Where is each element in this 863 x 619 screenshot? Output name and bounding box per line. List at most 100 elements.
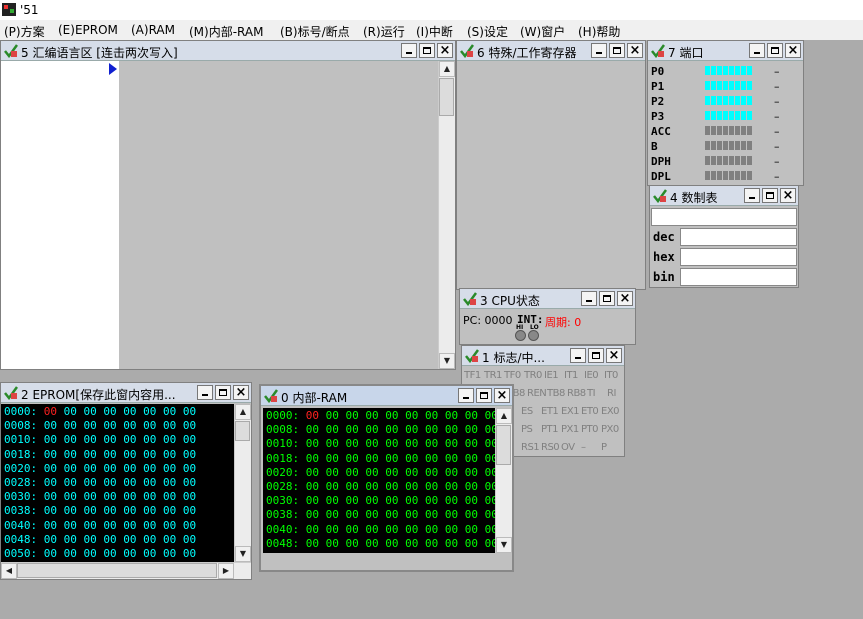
minimize-button[interactable]	[744, 188, 760, 203]
assembly-code-area[interactable]	[119, 61, 438, 369]
hex-bytes[interactable]: 00 00 00 00 00 00 00	[64, 419, 196, 432]
hex-byte[interactable]: 00	[44, 533, 57, 546]
port-bit[interactable]	[717, 81, 722, 90]
port-bit[interactable]	[705, 66, 710, 75]
hex-bytes[interactable]: 00 00 00 00 00 00 00	[64, 519, 196, 532]
menu-internal-ram[interactable]: (M)内部-RAM	[189, 23, 263, 40]
flag-bit[interactable]: REN	[527, 388, 547, 399]
hex-byte[interactable]: 00	[306, 537, 319, 550]
hex-byte[interactable]: 00	[44, 419, 57, 432]
hex-bytes[interactable]: 00 00 00 00 00 00 00 00 00	[326, 494, 495, 507]
flag-bit[interactable]: TB8	[547, 388, 565, 399]
hex-byte[interactable]: 00	[306, 508, 319, 521]
maximize-button[interactable]	[476, 388, 492, 403]
port-bit[interactable]	[747, 141, 752, 150]
flag-bit[interactable]: PX1	[561, 424, 579, 435]
hex-bytes[interactable]: 00 00 00 00 00 00 00 00 00	[326, 423, 495, 436]
hex-bytes[interactable]: 00 00 00 00 00 00 00 00 00	[326, 466, 495, 479]
port-window-titlebar[interactable]: 7 端口 ×	[648, 41, 803, 61]
hex-bytes[interactable]: 00 00 00 00 00 00 00	[64, 533, 196, 546]
port-bit[interactable]	[717, 96, 722, 105]
flag-bit[interactable]: RS1	[521, 442, 540, 453]
close-button[interactable]: ×	[437, 43, 453, 58]
menu-run[interactable]: (R)运行	[363, 23, 405, 40]
port-bit[interactable]	[735, 126, 740, 135]
flag-bit[interactable]: IE0	[584, 370, 599, 381]
port-bit[interactable]	[741, 96, 746, 105]
hex-row[interactable]: 0028: 00 00 00 00 00 00 00 00 00 00	[266, 480, 495, 494]
flag-bit[interactable]: IT1	[564, 370, 578, 381]
maximize-button[interactable]	[767, 43, 783, 58]
hex-byte[interactable]: 00	[44, 462, 57, 475]
dec-field[interactable]	[680, 228, 797, 246]
maximize-button[interactable]	[588, 348, 604, 363]
menu-project[interactable]: (P)方案	[4, 23, 45, 40]
eprom-hscroll[interactable]: ◀ ▶	[1, 562, 251, 579]
minimize-button[interactable]	[197, 385, 213, 400]
hex-row[interactable]: 0040: 00 00 00 00 00 00 00 00 00 00	[266, 523, 495, 537]
hex-bytes[interactable]: 00 00 00 00 00 00 00	[64, 405, 196, 418]
scroll-up-button[interactable]: ▲	[235, 404, 251, 420]
hex-byte[interactable]: 00	[44, 547, 57, 560]
flag-bit[interactable]: TI	[587, 388, 596, 399]
port-bit[interactable]	[717, 111, 722, 120]
internal-ram-vscroll[interactable]: ▲ ▼	[495, 408, 512, 553]
port-bit[interactable]	[747, 156, 752, 165]
port-bit[interactable]	[711, 66, 716, 75]
hex-byte[interactable]: 00	[306, 437, 319, 450]
port-bit[interactable]	[741, 141, 746, 150]
assembly-window-titlebar[interactable]: 5 汇编语言区 [连击两次写入] ×	[1, 41, 455, 61]
port-bit[interactable]	[741, 66, 746, 75]
flag-bit[interactable]: OV	[561, 442, 575, 453]
hex-row[interactable]: 0048: 00 00 00 00 00 00 00 00 00 00	[266, 537, 495, 551]
hex-byte[interactable]: 00	[44, 519, 57, 532]
hex-byte[interactable]: 00	[44, 448, 57, 461]
hex-row[interactable]: 0000: 00 00 00 00 00 00 00 00 00 00	[266, 409, 495, 423]
port-bit[interactable]	[723, 96, 728, 105]
flag-bit[interactable]: PS	[521, 424, 533, 435]
sfr-window-titlebar[interactable]: 6 特殊/工作寄存器 ×	[457, 41, 645, 61]
port-bit[interactable]	[723, 81, 728, 90]
port-bit[interactable]	[723, 66, 728, 75]
port-bits-bar[interactable]	[705, 81, 753, 90]
hex-field[interactable]	[680, 248, 797, 266]
hex-bytes[interactable]: 00 00 00 00 00 00 00 00 00	[326, 508, 495, 521]
port-bit[interactable]	[729, 66, 734, 75]
port-bit[interactable]	[705, 141, 710, 150]
flag-bit[interactable]: RI	[607, 388, 616, 399]
port-bit[interactable]	[729, 96, 734, 105]
maximize-button[interactable]	[762, 188, 778, 203]
flag-bit[interactable]: TF0	[504, 370, 521, 381]
hex-row[interactable]: 0028: 00 00 00 00 00 00 00 00	[4, 476, 196, 490]
hex-byte[interactable]: 00	[306, 452, 319, 465]
close-button[interactable]: ×	[233, 385, 249, 400]
port-bit[interactable]	[735, 96, 740, 105]
hex-row[interactable]: 0000: 00 00 00 00 00 00 00 00	[4, 405, 196, 419]
port-bit[interactable]	[705, 81, 710, 90]
eprom-titlebar[interactable]: 2 EPROM[保存此窗内容用... ×	[1, 383, 251, 403]
port-bit[interactable]	[735, 111, 740, 120]
number-table-titlebar[interactable]: 4 数制表 ×	[650, 186, 798, 206]
port-bit[interactable]	[741, 156, 746, 165]
menu-help[interactable]: (H)帮助	[578, 23, 620, 40]
hex-bytes[interactable]: 00 00 00 00 00 00 00	[64, 490, 196, 503]
internal-ram-hex-view[interactable]: 0000: 00 00 00 00 00 00 00 00 00 00 0008:…	[263, 408, 495, 553]
flag-bit[interactable]: ET0	[581, 406, 599, 417]
port-bit[interactable]	[717, 156, 722, 165]
port-bit[interactable]	[741, 126, 746, 135]
port-bit[interactable]	[717, 141, 722, 150]
port-bit[interactable]	[705, 96, 710, 105]
close-button[interactable]: ×	[494, 388, 510, 403]
hex-byte[interactable]: 00	[306, 523, 319, 536]
close-button[interactable]: ×	[785, 43, 801, 58]
port-bits-bar[interactable]	[705, 171, 753, 180]
hex-row[interactable]: 0040: 00 00 00 00 00 00 00 00	[4, 519, 196, 533]
close-button[interactable]: ×	[606, 348, 622, 363]
port-bit[interactable]	[747, 126, 752, 135]
hex-bytes[interactable]: 00 00 00 00 00 00 00 00 00	[326, 409, 495, 422]
hex-byte[interactable]: 00	[44, 433, 57, 446]
port-bit[interactable]	[711, 111, 716, 120]
hex-row[interactable]: 0030: 00 00 00 00 00 00 00 00	[4, 490, 196, 504]
hex-bytes[interactable]: 00 00 00 00 00 00 00	[64, 433, 196, 446]
hex-row[interactable]: 0020: 00 00 00 00 00 00 00 00	[4, 462, 196, 476]
